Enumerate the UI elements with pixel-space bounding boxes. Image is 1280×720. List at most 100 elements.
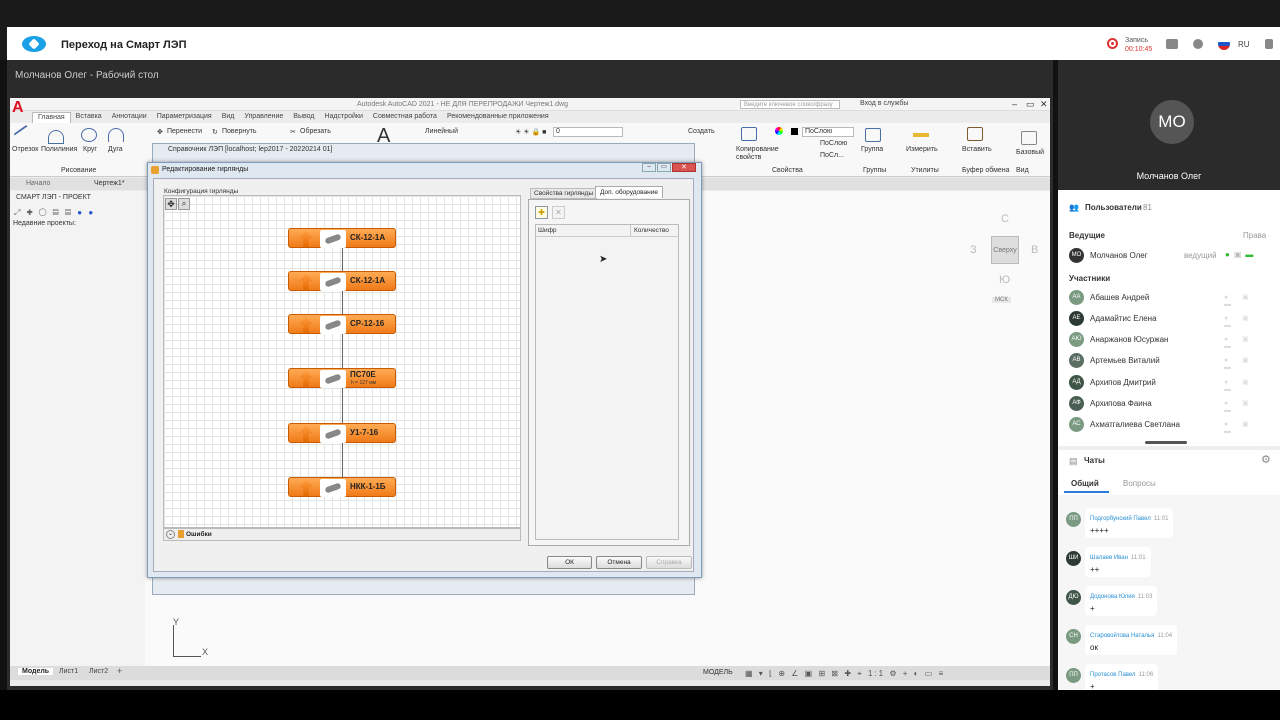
viewcube-top[interactable]: Сверху <box>991 236 1019 264</box>
utilities-group-label[interactable]: Утилиты <box>911 167 939 174</box>
string-item[interactable]: ПС70Е h = 127 мм <box>288 368 396 388</box>
participant-media-icons[interactable]: ● ▣ ▬ <box>1224 399 1269 414</box>
doc-tab-start[interactable]: Начало <box>26 180 50 187</box>
view-group-label[interactable]: Вид <box>1016 167 1029 174</box>
message-author[interactable]: Протасов Павел <box>1090 672 1136 678</box>
close-icon[interactable]: ✕ <box>1040 99 1048 110</box>
equipment-table[interactable] <box>535 224 679 540</box>
viewcube-west[interactable]: З <box>970 244 977 256</box>
color-swatch[interactable] <box>791 128 798 135</box>
rotate-tool[interactable]: Повернуть <box>222 128 257 135</box>
string-item[interactable]: СК-12-1А <box>288 271 396 291</box>
arc-tool-label[interactable]: Дуга <box>108 146 123 153</box>
folder-icon[interactable] <box>1166 39 1178 49</box>
fullscreen-icon[interactable] <box>1265 39 1273 49</box>
participant-row[interactable]: АД Архипов Дмитрий ● ▣ ▬ <box>1069 375 1269 393</box>
layer-select[interactable]: 0 <box>553 127 623 137</box>
participant-row[interactable]: АЕ Адамайтис Елена ● ▣ ▬ <box>1069 311 1269 329</box>
lineweight-select[interactable]: ПоСл... <box>820 152 844 159</box>
dimension-linear[interactable]: Линейный <box>425 128 458 135</box>
arc-tool-icon[interactable] <box>108 128 124 142</box>
dialog-minimize-icon[interactable]: – <box>642 163 656 172</box>
project-toolbar-icons[interactable]: ⤢ ✚ ◯ ▤ ▤ ● ● <box>14 208 95 218</box>
ribbon-tab-output[interactable]: Вывод <box>288 112 319 123</box>
participant-row[interactable]: АС Ахматгалиева Светлана ● ▣ ▬ <box>1069 417 1269 435</box>
paste-label[interactable]: Вставить <box>962 146 992 153</box>
linetype-select[interactable]: ПоСлою <box>820 140 847 147</box>
status-model[interactable]: МОДЕЛЬ <box>703 669 733 676</box>
participant-media-icons[interactable]: ● ▣ ▬ <box>1224 293 1269 308</box>
match-properties-label[interactable]: Копирование свойств <box>736 146 779 162</box>
errors-panel[interactable] <box>163 528 521 541</box>
measure-icon[interactable] <box>913 133 929 137</box>
layout-tab-model[interactable]: Модель <box>18 668 54 675</box>
participant-row[interactable]: АВ Артемьев Виталий ● ▣ ▬ <box>1069 353 1269 371</box>
circle-tool-icon[interactable] <box>81 128 97 142</box>
move-up-arrow-icon[interactable] <box>299 371 313 387</box>
circle-tool-label[interactable]: Круг <box>83 146 97 153</box>
message-author[interactable]: Подгорбунский Павел <box>1090 516 1151 522</box>
rotate-tool-icon[interactable]: ↻ <box>212 128 218 136</box>
dialog-close-icon[interactable]: ✕ <box>672 163 696 172</box>
base-view-icon[interactable] <box>1021 131 1037 145</box>
base-view-label[interactable]: Базовый <box>1016 149 1044 156</box>
move-up-arrow-icon[interactable] <box>299 274 313 290</box>
message-author[interactable]: Шалаев Иван <box>1090 555 1128 561</box>
ribbon-tab-home[interactable]: Главная <box>32 112 71 123</box>
properties-group-label[interactable]: Свойства <box>772 167 803 174</box>
dialog-maximize-icon[interactable]: ▭ <box>657 163 671 172</box>
ribbon-tab-view[interactable]: Вид <box>217 112 240 123</box>
add-layout-icon[interactable]: + <box>117 666 122 676</box>
group-icon[interactable] <box>865 128 881 142</box>
message-author[interactable]: Додонова Юлия <box>1090 594 1135 600</box>
groups-group-label[interactable]: Группы <box>863 167 886 174</box>
polyline-tool-label[interactable]: Полилиния <box>41 146 77 153</box>
tab-general[interactable]: Общий <box>1071 479 1099 488</box>
move-up-arrow-icon[interactable] <box>299 426 313 442</box>
tab-string-properties[interactable]: Свойства гирлянды <box>530 188 598 199</box>
trim-tool[interactable]: Обрезать <box>300 128 331 135</box>
string-item[interactable]: СК-12-1А <box>288 228 396 248</box>
trim-tool-icon[interactable]: ✂ <box>290 128 296 136</box>
language-label[interactable]: RU <box>1238 40 1250 49</box>
ribbon-tab-insert[interactable]: Вставка <box>71 112 107 123</box>
doc-tab-drawing[interactable]: Чертеж1* <box>94 180 125 187</box>
draw-group-label[interactable]: Рисование <box>61 167 96 174</box>
string-item[interactable]: У1-7-16 <box>288 423 396 443</box>
cancel-button[interactable]: Отмена <box>596 556 642 569</box>
chats-heading[interactable]: Чаты <box>1084 456 1105 465</box>
move-up-arrow-icon[interactable] <box>299 231 313 247</box>
autocad-logo-icon[interactable]: A <box>12 99 24 117</box>
add-equipment-button[interactable]: ✚ <box>535 206 548 219</box>
match-properties-icon[interactable] <box>741 127 757 141</box>
viewcube-east[interactable]: В <box>1031 244 1038 256</box>
string-item[interactable]: СР-12-16 <box>288 314 396 334</box>
delete-equipment-button[interactable]: ✕ <box>552 206 565 219</box>
panel-resize-handle[interactable] <box>1145 441 1187 444</box>
ribbon-tab-parametric[interactable]: Параметризация <box>152 112 217 123</box>
paste-icon[interactable] <box>967 127 983 141</box>
participant-row[interactable]: АЮ Анаржанов Юсуржан ● ▣ ▬ <box>1069 332 1269 350</box>
tab-additional-equipment[interactable]: Доп. оборудование <box>595 186 663 198</box>
participant-media-icons[interactable]: ● ▣ ▬ <box>1224 420 1269 435</box>
column-quantity[interactable]: Количество <box>634 227 669 234</box>
minimize-icon[interactable]: – <box>1012 99 1017 109</box>
help-button[interactable]: Справка <box>646 556 692 569</box>
move-up-arrow-icon[interactable] <box>299 480 313 496</box>
participant-row[interactable]: АФ Архипова Фаина ● ▣ ▬ <box>1069 396 1269 414</box>
layout-tab-sheet2[interactable]: Лист2 <box>89 668 108 675</box>
pan-tool-icon[interactable]: ✥ <box>165 198 177 210</box>
move-tool-icon[interactable]: ✥ <box>157 128 163 136</box>
tab-questions[interactable]: Вопросы <box>1123 479 1156 488</box>
ok-button[interactable]: ОК <box>547 556 592 569</box>
info-icon[interactable] <box>1193 39 1203 49</box>
group-label[interactable]: Группа <box>861 146 883 153</box>
line-tool-label[interactable]: Отрезок <box>12 146 38 153</box>
record-icon[interactable] <box>1107 38 1118 49</box>
layer-icons[interactable]: ☀ ☀ 🔒 ■ <box>515 128 546 136</box>
participant-media-icons[interactable]: ● ▣ ▬ <box>1224 335 1269 350</box>
autocad-login[interactable]: Вход в службы <box>860 100 908 107</box>
gear-icon[interactable]: ⚙ <box>1261 453 1271 466</box>
viewcube-north[interactable]: С <box>1001 213 1009 225</box>
language-flag-icon[interactable] <box>1218 38 1230 50</box>
